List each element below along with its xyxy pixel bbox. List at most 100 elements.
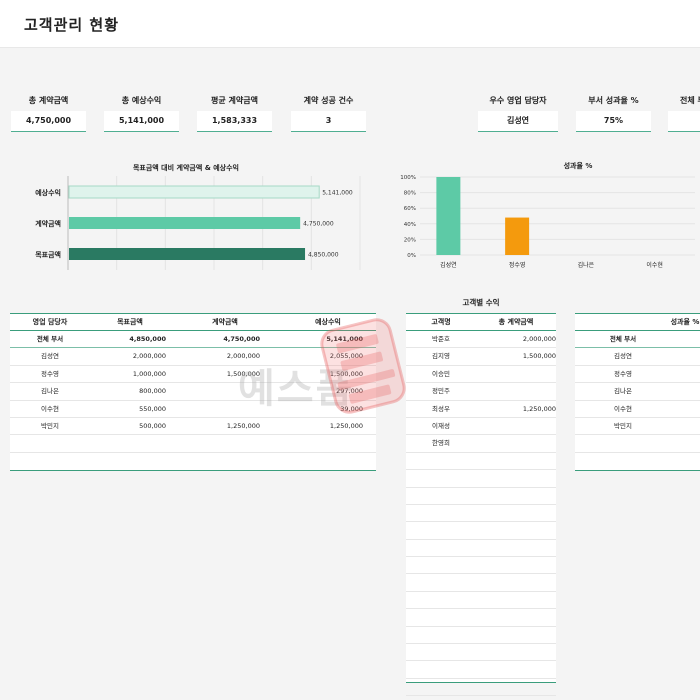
cell — [462, 435, 556, 451]
panel-bottom-border — [10, 470, 376, 471]
cell — [671, 401, 700, 417]
chart-title-target-vs-contract: 목표금액 대비 계약금액 & 예상수익 — [132, 164, 239, 172]
table-row-empty — [406, 505, 556, 523]
sales-table-panel: 영업 담당자 목표금액 계약금액 예상수익 전체 부서 4,850,000 4,… — [10, 313, 376, 471]
cell: 4,850,000 — [129, 335, 166, 343]
bar — [505, 217, 530, 255]
panel-bottom-border — [406, 682, 556, 683]
cell: 1,500,000 — [329, 369, 363, 378]
table-row: 박준호 2,000,000 — [406, 331, 556, 349]
cell — [671, 383, 700, 399]
kpi-value: 3 — [291, 111, 366, 132]
y-tick-label: 40% — [404, 222, 416, 228]
cell: 한영희 — [432, 439, 450, 448]
cell: 1,250,000 — [329, 421, 363, 430]
cell: 김나은 — [614, 387, 632, 396]
bar — [68, 185, 320, 199]
col-header: 고객명 — [431, 318, 451, 326]
category-label: 예상수익 — [35, 188, 61, 197]
kpi-label: 총 예상수익 — [121, 96, 162, 105]
table-row-empty — [406, 574, 556, 592]
cell: 김나은 — [41, 387, 59, 396]
kpi-value: 1,583,333 — [197, 111, 272, 132]
table-row: 박민지 — [575, 418, 700, 436]
cell — [462, 418, 556, 434]
panel-bottom-border — [575, 470, 700, 471]
cell — [671, 418, 700, 434]
col-header: 성과율 % — [670, 318, 700, 326]
cell: 박민지 — [614, 421, 632, 430]
page-title: 고객관리 현황 — [24, 16, 120, 34]
kpi-label: 총 계약금액 — [28, 96, 69, 105]
kpi-dept-performance: 부서 성과율 % 75% — [576, 94, 651, 132]
y-tick-label: 0% — [407, 253, 416, 259]
cell: 이수현 — [614, 404, 632, 413]
cell — [671, 331, 700, 347]
table-row: 박민지 500,000 1,250,000 1,250,000 — [10, 418, 376, 436]
cell — [462, 383, 556, 399]
kpi-top-salesperson: 우수 영업 담당자 김성연 — [478, 94, 558, 132]
y-tick-label: 20% — [404, 237, 416, 243]
kpi-label: 계약 성공 건수 — [303, 96, 354, 105]
performance-bar-chart: 0% 20% 40% 60% 80% 100% 김성연 정수영 김나은 이수현 — [400, 175, 695, 269]
col-header: 총 계약금액 — [498, 318, 534, 326]
cell — [462, 366, 556, 382]
y-tick-label: 80% — [404, 191, 416, 197]
data-label: 5,141,000 — [322, 190, 353, 197]
cell — [166, 401, 260, 417]
table-row: 김성연 — [575, 348, 700, 366]
table-row-total: 전체 부서 4,850,000 4,750,000 5,141,000 — [10, 331, 376, 349]
cell: 4,750,000 — [223, 335, 260, 343]
table-row: 정수영 1,000,000 1,500,000 1,500,000 — [10, 366, 376, 384]
cell: 550,000 — [139, 404, 166, 413]
x-tick-label: 이수현 — [646, 261, 663, 269]
table-row: 이수현 — [575, 401, 700, 418]
cell: 2,055,000 — [329, 352, 363, 361]
table-row: 김나은 800,000 297,000 — [10, 383, 376, 401]
data-label: 4,850,000 — [308, 252, 339, 259]
table-row-empty — [406, 627, 556, 645]
cell: 1,250,000 — [522, 404, 556, 413]
table-row: 김성연 2,000,000 2,000,000 2,055,000 — [10, 348, 376, 366]
table-row: 한영희 — [406, 435, 556, 453]
cell: 정수영 — [41, 369, 59, 378]
cell: 전체 부서 — [36, 335, 64, 343]
kpi-total-contract: 총 계약금액 4,750,000 — [11, 94, 86, 132]
cell: 1,250,000 — [226, 421, 260, 430]
table-row: 김나은 — [575, 383, 700, 401]
cell — [166, 383, 260, 399]
customer-table-title: 고객별 수익 — [462, 298, 500, 307]
kpi-value — [668, 111, 700, 132]
sales-table-header: 영업 담당자 목표금액 계약금액 예상수익 — [10, 313, 376, 331]
kpi-label: 우수 영업 담당자 — [489, 96, 547, 105]
cell: 정민주 — [432, 387, 450, 396]
bar — [69, 217, 301, 229]
performance-table-panel: 성과율 % 전체 부서 김성연 정수영 김나은 이수현 박민지 — [575, 313, 700, 471]
table-row: 정수영 — [575, 366, 700, 384]
cell: 2,000,000 — [226, 352, 260, 361]
cell: 김지영 — [432, 352, 450, 361]
table-row: 이재성 — [406, 418, 556, 436]
table-row-empty — [406, 453, 556, 471]
cell: 김성연 — [614, 352, 632, 361]
cell — [671, 366, 700, 382]
table-row: 최성우 1,250,000 — [406, 401, 556, 418]
kpi-avg-contract: 평균 계약금액 1,583,333 — [197, 94, 272, 132]
cell: 800,000 — [139, 387, 166, 396]
table-row-empty — [406, 488, 556, 505]
kpi-value: 5,141,000 — [104, 111, 179, 132]
table-row-empty — [10, 435, 376, 453]
cell: 39,000 — [340, 404, 363, 413]
customer-table-panel: 고객명 총 계약금액 박준호 2,000,000 김지영 1,500,000 이… — [406, 313, 556, 697]
col-header: 영업 담당자 — [32, 318, 68, 326]
table-row: 이승민 — [406, 366, 556, 384]
kpi-value: 4,750,000 — [11, 111, 86, 132]
table-row-total: 전체 부서 — [575, 331, 700, 349]
table-row-empty — [406, 592, 556, 610]
table-row-empty — [406, 470, 556, 488]
cell: 500,000 — [139, 421, 166, 430]
cell: 2,000,000 — [522, 335, 556, 343]
table-row-empty — [406, 644, 556, 662]
table-row-empty — [406, 557, 556, 575]
table-row: 정민주 — [406, 383, 556, 401]
